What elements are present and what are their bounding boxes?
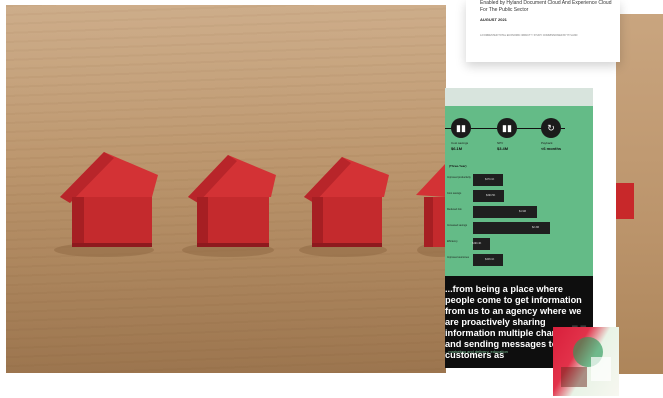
document-date: AUGUST 2021 <box>480 17 507 22</box>
red-houses-photo <box>6 5 446 373</box>
bars-title: (Three-Year) <box>449 164 467 168</box>
kpi-label: Payback <box>541 141 553 145</box>
infographic-header-bar <box>445 88 593 106</box>
document-title: Enabled by Hyland Document Cloud And Exp… <box>480 0 612 13</box>
bar-label: Increased savings <box>447 224 468 227</box>
benefit-bar <box>473 206 537 218</box>
bar-label: Reduced risk <box>447 208 462 211</box>
bar-chart-icon: ▮▮ <box>497 118 517 138</box>
thumbnail-shape <box>561 367 587 387</box>
bar-chart-icon: ▮▮ <box>451 118 471 138</box>
bar-value: $2.3M <box>532 226 539 229</box>
kpi-value: <6 months <box>541 146 562 151</box>
bar-label: Efficiency <box>447 240 458 243</box>
bar-label: Improved productivity <box>447 176 471 179</box>
toy-house-partial <box>616 183 634 219</box>
kpi-label: Cost savings <box>451 141 469 145</box>
bar-value: $1.9M <box>519 210 526 213</box>
toy-house <box>304 157 389 247</box>
bar-label: Improved outcomes <box>447 256 469 259</box>
infographic-panel: ▮▮ ▮▮ ↻ Cost savings NPV Payback $6.1M $… <box>445 88 593 368</box>
kpi-value: $6.1M <box>451 146 463 151</box>
refresh-icon: ↻ <box>541 118 561 138</box>
bar-value: $408.1K <box>485 258 495 261</box>
quote-source: ...marketing and delivery, education <box>445 349 508 354</box>
kpi-label: NPV <box>497 141 504 145</box>
document-cover-page: Enabled by Hyland Document Cloud And Exp… <box>466 0 620 62</box>
toy-house <box>188 155 276 247</box>
bar-value: $470.1K <box>485 178 495 181</box>
kpi-value: $3.4M <box>497 146 509 151</box>
document-note: A FORRESTER TOTAL ECONOMIC IMPACT™ STUDY… <box>480 34 578 37</box>
toy-house <box>416 163 446 247</box>
thumbnail-shape <box>591 357 611 381</box>
colorful-thumbnail <box>553 327 619 396</box>
bar-value: $190.4K <box>472 242 482 245</box>
toy-house <box>60 152 158 247</box>
toy-houses-illustration <box>54 152 446 257</box>
bar-value: $490.5K <box>486 194 496 197</box>
bar-label: Cost savings <box>447 192 462 195</box>
